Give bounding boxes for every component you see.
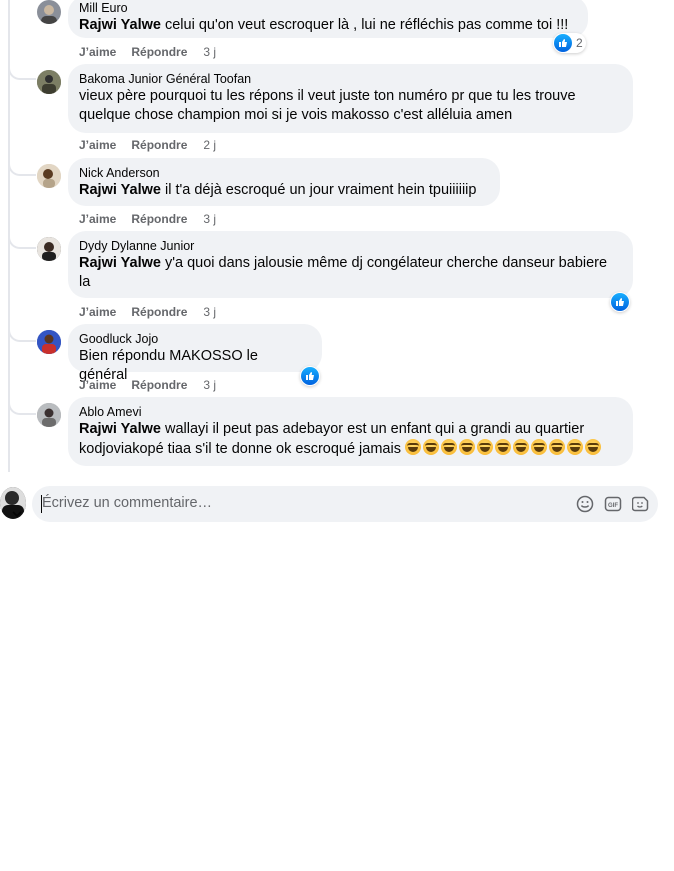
thread-connector <box>8 397 36 415</box>
mention[interactable]: Rajwi Yalwe <box>79 421 161 437</box>
comment-actions: J’aime Répondre 2 j <box>79 138 216 152</box>
comment-actions: J’aime Répondre 3 j <box>79 45 216 59</box>
reply-link[interactable]: Répondre <box>131 378 187 392</box>
comment-text: la <box>79 274 91 290</box>
comment-actions: J’aime Répondre 3 j <box>79 305 216 319</box>
timestamp[interactable]: 3 j <box>203 378 216 392</box>
comment-author[interactable]: Nick Anderson <box>79 165 488 181</box>
emoji-row <box>405 439 603 457</box>
comment-bubble: Ablo Amevi Rajwi Yalwe wallayi il peut p… <box>68 397 633 466</box>
like-link[interactable]: J’aime <box>79 138 116 152</box>
reply-link[interactable]: Répondre <box>131 305 187 319</box>
like-link[interactable]: J’aime <box>79 45 116 59</box>
like-link[interactable]: J’aime <box>79 378 116 392</box>
comment-actions: J’aime Répondre 3 j <box>79 212 216 226</box>
reply-link[interactable]: Répondre <box>131 45 187 59</box>
timestamp[interactable]: 2 j <box>203 138 216 152</box>
laughing-face-emoji <box>513 439 529 455</box>
reaction-count: 2 <box>576 36 583 50</box>
laughing-face-emoji <box>423 439 439 455</box>
timestamp[interactable]: 3 j <box>203 45 216 59</box>
comment-actions: J’aime Répondre 3 j <box>79 378 216 392</box>
thread-connector <box>8 158 36 176</box>
avatar[interactable] <box>37 403 61 427</box>
reply-link[interactable]: Répondre <box>131 138 187 152</box>
comment-bubble: Dydy Dylanne Junior Rajwi Yalwe y'a quoi… <box>68 231 633 298</box>
like-icon <box>554 34 572 52</box>
comment-input[interactable]: Écrivez un commentaire… GIF <box>32 486 658 522</box>
comment-author[interactable]: Bakoma Junior Général Toofan <box>79 71 621 87</box>
comment-text: il t'a déjà escroqué un jour vraiment he… <box>164 182 477 198</box>
thread-connector <box>8 62 36 80</box>
comment-author[interactable]: Mill Euro <box>79 0 576 16</box>
emoji-icon[interactable] <box>576 495 594 513</box>
reply-link[interactable]: Répondre <box>131 212 187 226</box>
avatar[interactable] <box>37 164 61 188</box>
avatar[interactable] <box>37 0 61 24</box>
next-comment-actions-peek <box>70 865 250 871</box>
laughing-face-emoji <box>531 439 547 455</box>
laughing-face-emoji <box>567 439 583 455</box>
comment-text: quelque chose champion moi si je vois ma… <box>79 107 513 123</box>
comment-bubble: Mill Euro Rajwi Yalwe celui qu'on veut e… <box>68 0 588 38</box>
avatar[interactable] <box>37 70 61 94</box>
comment-placeholder: Écrivez un commentaire… <box>42 495 213 511</box>
laughing-face-emoji <box>495 439 511 455</box>
avatar[interactable] <box>37 237 61 261</box>
chevron-down-icon[interactable] <box>12 510 22 518</box>
gif-icon[interactable]: GIF <box>604 495 622 513</box>
comment-text: vieux père pourquoi tu les répons il veu… <box>79 88 576 104</box>
comment-text: wallayi il peut pas adebayor est un enfa… <box>164 421 585 437</box>
comment-composer: Écrivez un commentaire… GIF <box>0 472 674 538</box>
mention[interactable]: Rajwi Yalwe <box>79 17 161 33</box>
comment-text: y'a quoi dans jalousie même dj congélate… <box>164 255 608 271</box>
svg-text:GIF: GIF <box>608 503 618 509</box>
comment-author[interactable]: Dydy Dylanne Junior <box>79 238 621 254</box>
laughing-face-emoji <box>441 439 457 455</box>
thread-connector <box>8 324 36 342</box>
laughing-face-emoji <box>405 439 421 455</box>
laughing-face-emoji <box>549 439 565 455</box>
reaction-summary[interactable]: 2 <box>553 33 586 53</box>
timestamp[interactable]: 3 j <box>203 212 216 226</box>
like-link[interactable]: J’aime <box>79 305 116 319</box>
comment-bubble: Goodluck Jojo Bien répondu MAKOSSO le gé… <box>68 324 322 383</box>
comment-text: kodjoviakopé tiaa s'il te donne ok escro… <box>79 441 401 457</box>
mention[interactable]: Rajwi Yalwe <box>79 255 161 271</box>
thread-connector <box>8 231 36 249</box>
reaction-summary[interactable] <box>610 292 630 312</box>
mention[interactable]: Rajwi Yalwe <box>79 182 161 198</box>
laughing-face-emoji <box>477 439 493 455</box>
avatar[interactable] <box>37 330 61 354</box>
like-icon <box>611 293 629 311</box>
sticker-icon[interactable] <box>632 495 650 513</box>
comment-bubble: Bakoma Junior Général Toofan vieux père … <box>68 64 633 133</box>
comment-bubble: Nick Anderson Rajwi Yalwe il t'a déjà es… <box>68 158 500 206</box>
laughing-face-emoji <box>459 439 475 455</box>
comment-author[interactable]: Goodluck Jojo <box>79 331 310 347</box>
reaction-summary[interactable] <box>300 366 320 386</box>
comment-author[interactable]: Ablo Amevi <box>79 404 621 420</box>
like-link[interactable]: J’aime <box>79 212 116 226</box>
timestamp[interactable]: 3 j <box>203 305 216 319</box>
laughing-face-emoji <box>585 439 601 455</box>
comment-text: celui qu'on veut escroquer là , lui ne r… <box>164 17 569 33</box>
like-icon <box>301 367 319 385</box>
